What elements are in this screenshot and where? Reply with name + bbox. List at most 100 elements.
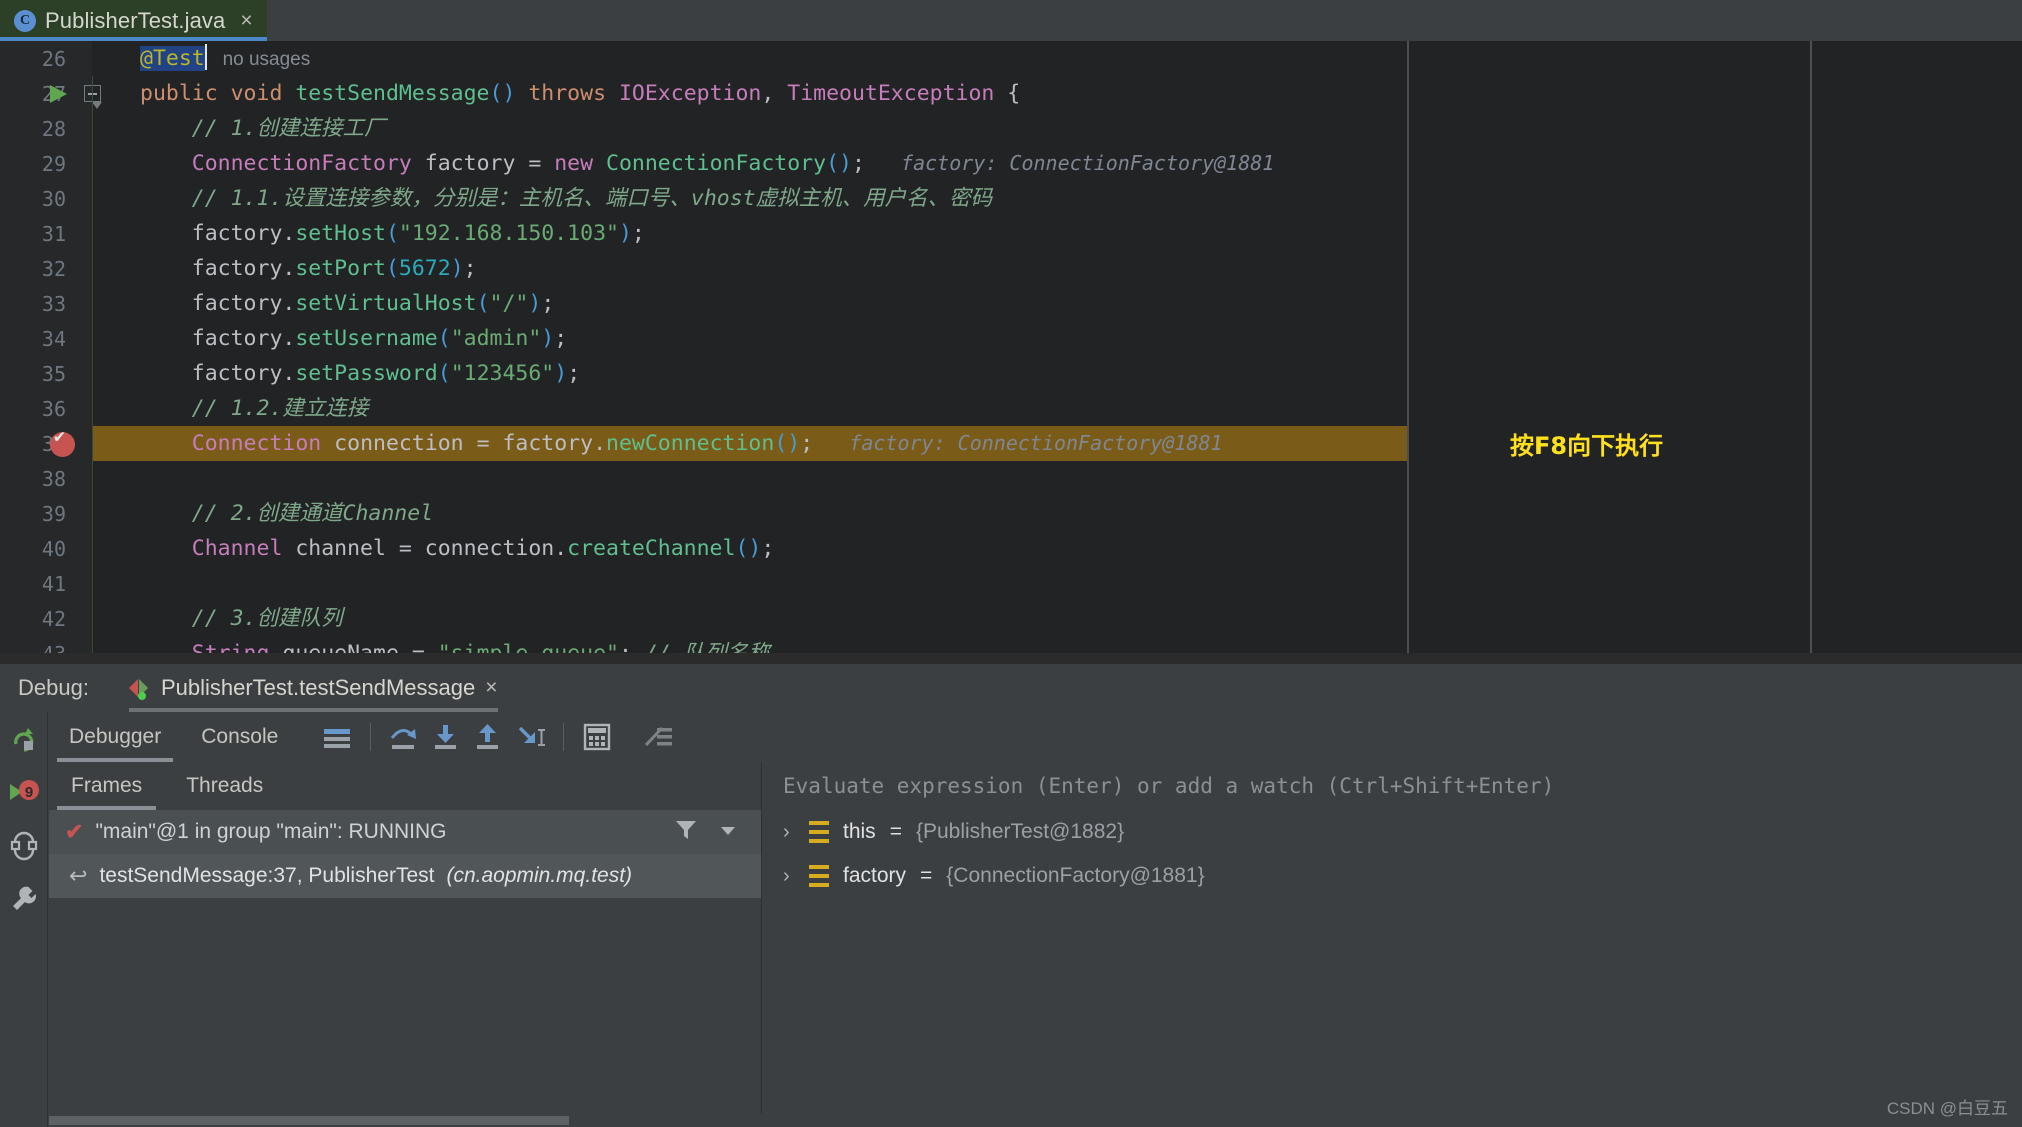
run-to-cursor-icon[interactable] [509,716,551,758]
code-text[interactable]: factory.setUsername("admin"); [140,321,567,356]
toolbar-divider [370,723,372,751]
tab-frames[interactable]: Frames [49,762,164,810]
resume-program-icon[interactable]: 9 [0,768,48,816]
filter-icon[interactable] [673,817,699,848]
gutter-icons[interactable] [40,286,92,321]
gutter-icons[interactable] [40,356,92,391]
code-text[interactable]: factory.setPort(5672); [140,251,477,286]
code-token: ) [541,326,555,351]
close-icon[interactable]: × [240,10,252,31]
code-text[interactable]: public void testSendMessage() throws IOE… [140,76,1020,111]
run-test-icon[interactable] [50,85,67,103]
settings-wrench-icon[interactable] [0,875,48,923]
evaluate-expression-field[interactable]: Evaluate expression (Enter) or add a wat… [763,762,2022,810]
tab-console[interactable]: Console [181,712,298,762]
restore-layout-icon[interactable] [0,822,48,870]
code-line-28[interactable]: 28 // 1.创建连接工厂 [0,111,2022,146]
variable-equals: = [920,864,933,887]
code-text[interactable]: // 1.1.设置连接参数，分别是：主机名、端口号、vhost虚拟主机、用户名、… [140,181,992,216]
evaluate-expression-icon[interactable] [576,716,618,758]
code-line-34[interactable]: 34 factory.setUsername("admin"); [0,321,2022,356]
code-token: , [761,81,788,106]
gutter-icons[interactable] [40,181,92,216]
code-line-27[interactable]: 27 public void testSendMessage() throws I… [0,76,2022,111]
code-fold-guide [92,496,93,531]
step-out-icon[interactable] [467,716,509,758]
frames-horizontal-scrollbar[interactable] [49,1114,762,1127]
code-text[interactable]: // 1.2.建立连接 [140,391,369,426]
code-token: ( [476,291,490,316]
gutter-icons[interactable] [40,321,92,356]
code-token: ; [851,151,865,176]
code-token: // 2.创建通道Channel [140,501,434,526]
code-text[interactable]: @Test no usages [140,41,310,77]
code-line-26[interactable]: 26 @Test no usages [0,41,2022,76]
code-line-42[interactable]: 42 // 3.创建队列 [0,601,2022,636]
step-over-icon[interactable] [383,716,425,758]
code-token: IOException [618,81,762,106]
code-text[interactable]: String queueName = "simple.queue"; // 队列… [140,636,770,653]
chevron-right-icon[interactable]: › [783,821,795,844]
tab-debugger[interactable]: Debugger [49,712,181,762]
close-icon[interactable]: × [485,676,497,700]
evaluate-placeholder: Evaluate expression (Enter) or add a wat… [783,773,1555,798]
code-text[interactable]: // 3.创建队列 [140,601,343,636]
code-line-33[interactable]: 33 factory.setVirtualHost("/"); [0,286,2022,321]
code-text[interactable]: // 2.创建通道Channel [140,496,433,531]
tab-threads[interactable]: Threads [164,762,285,810]
gutter-icons[interactable]: ✔ [40,426,92,461]
editor-tab-publishertest[interactable]: C PublisherTest.java × [0,0,267,41]
mute-breakpoints-icon[interactable] [638,716,680,758]
debug-session-tab[interactable]: PublisherTest.testSendMessage × [128,664,498,712]
code-line-35[interactable]: 35 factory.setPassword("123456"); [0,356,2022,391]
code-line-32[interactable]: 32 factory.setPort(5672); [0,251,2022,286]
code-editor[interactable]: 26 @Test no usages 27 public void testSendM… [0,41,2022,653]
code-token: setVirtualHost [295,291,477,316]
code-text[interactable]: ConnectionFactory factory = new Connecti… [140,146,1275,181]
code-line-39[interactable]: 39 // 2.创建通道Channel [0,496,2022,531]
code-text[interactable]: Connection connection = factory.newConne… [140,426,1223,461]
code-line-30[interactable]: 30 // 1.1.设置连接参数，分别是：主机名、端口号、vhost虚拟主机、用… [0,181,2022,216]
code-text[interactable]: factory.setPassword("123456"); [140,356,580,391]
chevron-down-icon[interactable] [717,819,739,846]
code-text[interactable]: factory.setVirtualHost("/"); [140,286,555,321]
code-token: "123456" [450,361,555,386]
gutter-icons[interactable] [40,391,92,426]
rerun-icon[interactable] [0,716,48,764]
code-line-38[interactable]: 38 [0,461,2022,496]
code-text[interactable]: // 1.创建连接工厂 [140,111,386,146]
show-execution-point-icon[interactable] [316,716,358,758]
step-into-icon[interactable] [425,716,467,758]
variable-object-icon [809,821,829,843]
gutter-icons[interactable] [40,146,92,181]
variable-row[interactable]: › factory = {ConnectionFactory@1881} [763,854,2022,898]
gutter-icons[interactable] [40,601,92,636]
code-line-31[interactable]: 31 factory.setHost("192.168.150.103"); [0,216,2022,251]
code-line-43[interactable]: 43 String queueName = "simple.queue"; //… [0,636,2022,653]
code-line-36[interactable]: 36 // 1.2.建立连接 [0,391,2022,426]
code-line-37[interactable]: 37✔ Connection connection = factory.newC… [0,426,2022,461]
chevron-right-icon[interactable]: › [783,865,795,888]
stack-frame-row[interactable]: ↩ testSendMessage:37, PublisherTest (cn.… [49,854,761,898]
code-token: connection [321,431,477,456]
code-text[interactable]: factory.setHost("192.168.150.103"); [140,216,645,251]
gutter-icons[interactable] [40,461,92,496]
gutter-icons[interactable] [40,76,102,111]
gutter-icons[interactable] [40,566,92,601]
gutter-icons[interactable] [40,216,92,251]
code-line-41[interactable]: 41 [0,566,2022,601]
variables-pane: Evaluate expression (Enter) or add a wat… [763,762,2022,1127]
gutter-icons[interactable] [40,531,92,566]
scrollbar-thumb[interactable] [49,1116,569,1125]
gutter-icons[interactable] [40,41,92,76]
gutter-icons[interactable] [40,636,92,653]
gutter-icons[interactable] [40,111,92,146]
thread-row[interactable]: ✔ "main"@1 in group "main": RUNNING [49,810,761,854]
gutter-icons[interactable] [40,251,92,286]
code-line-40[interactable]: 40 Channel channel = connection.createCh… [0,531,2022,566]
gutter-icons[interactable] [40,496,92,531]
code-text[interactable]: Channel channel = connection.createChann… [140,531,775,566]
code-line-29[interactable]: 29 ConnectionFactory factory = new Conne… [0,146,2022,181]
variable-row[interactable]: › this = {PublisherTest@1882} [763,810,2022,854]
